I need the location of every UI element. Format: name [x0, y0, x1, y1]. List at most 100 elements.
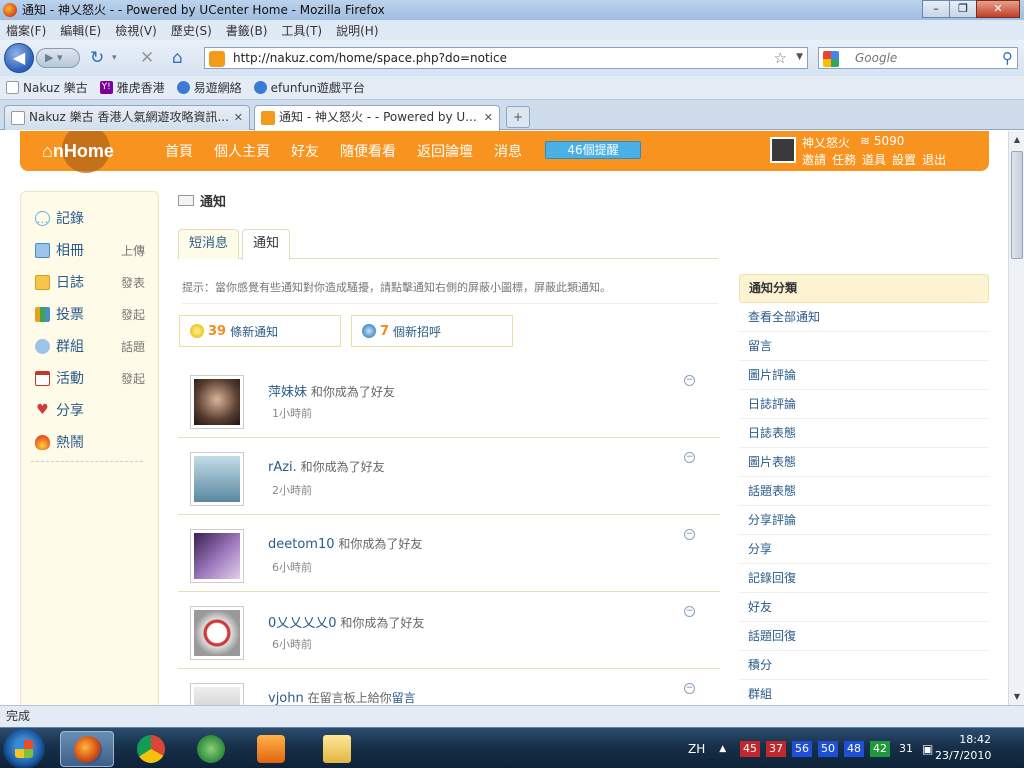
taskbar-explorer[interactable] [310, 731, 364, 767]
avatar[interactable] [190, 452, 244, 506]
category-guestbook[interactable]: 留言 [739, 332, 989, 361]
sidebar-item-records[interactable]: … 記錄 [35, 209, 84, 227]
search-icon[interactable]: ⚲ [1002, 49, 1013, 67]
avatar[interactable] [190, 606, 244, 660]
menu-history[interactable]: 歷史(S) [171, 22, 212, 39]
stop-icon[interactable]: ✕ [140, 48, 154, 68]
category-photo-comment[interactable]: 圖片評論 [739, 361, 989, 390]
sidebar-item-hot[interactable]: 熱鬧 [35, 433, 84, 451]
back-button[interactable]: ◀ [4, 43, 34, 73]
category-friend[interactable]: 好友 [739, 593, 989, 622]
reload-icon[interactable]: ↻ [90, 48, 104, 68]
new-tab-button[interactable]: + [506, 106, 530, 128]
counter-badge[interactable]: 42 [870, 740, 890, 757]
network-icon[interactable]: ▣ [922, 742, 933, 756]
search-input[interactable] [855, 50, 975, 66]
taskbar-chrome[interactable] [124, 731, 178, 767]
block-notice-icon[interactable]: − [684, 606, 695, 617]
counter-badge[interactable]: 50 [818, 740, 838, 757]
category-all[interactable]: 查看全部通知 [739, 303, 989, 332]
avatar[interactable] [190, 683, 244, 705]
counter-badge[interactable]: 37 [766, 740, 786, 757]
scroll-down-icon[interactable]: ▼ [1011, 692, 1023, 701]
new-notice-count[interactable]: 39 條新通知 [179, 315, 341, 347]
sidebar-item-group[interactable]: 群組 話題 [35, 337, 145, 355]
start-event-link[interactable]: 發起 [121, 370, 161, 387]
taskbar-firefox[interactable] [60, 731, 114, 767]
tasks-link[interactable]: 任務 [832, 151, 856, 168]
publish-link[interactable]: 發表 [121, 274, 161, 291]
friend-name-link[interactable]: 0乂乂乂乂0 [268, 616, 337, 631]
site-logo[interactable]: ⌂nHome [42, 141, 114, 162]
sidebar-item-blog[interactable]: 日誌 發表 [35, 273, 145, 291]
forward-button[interactable]: ▶ ▾ [36, 48, 80, 68]
start-button[interactable] [3, 729, 45, 768]
settings-link[interactable]: 設置 [892, 151, 916, 168]
tab-nakuz[interactable]: Nakuz 樂古 香港人氣網遊攻略資訊... ✕ [4, 105, 250, 130]
category-record-reply[interactable]: 記錄回復 [739, 564, 989, 593]
scroll-up-icon[interactable]: ▲ [1011, 135, 1023, 144]
new-greeting-count[interactable]: 7 個新招呼 [351, 315, 513, 347]
menu-bookmarks[interactable]: 書籤(B) [226, 22, 268, 39]
tray-expand-icon[interactable]: ▲ [719, 744, 726, 754]
nav-friends[interactable]: 好友 [291, 141, 319, 161]
topic-link[interactable]: 話題 [121, 338, 161, 355]
maximize-button[interactable]: ❐ [949, 0, 977, 18]
url-text[interactable]: http://nakuz.com/home/space.php?do=notic… [233, 51, 507, 65]
friend-name-link[interactable]: 萍妹妹 [268, 385, 307, 400]
tab-close-icon[interactable]: ✕ [234, 106, 243, 129]
scrollbar-thumb[interactable] [1011, 151, 1023, 259]
category-topic-reply[interactable]: 話題回復 [739, 622, 989, 651]
address-bar[interactable]: http://nakuz.com/home/space.php?do=notic… [204, 47, 808, 69]
vertical-scrollbar[interactable]: ▲ ▼ [1008, 131, 1024, 705]
friend-name-link[interactable]: vjohn [268, 691, 304, 705]
url-dropdown-icon[interactable]: ▼ [796, 52, 803, 62]
upload-link[interactable]: 上傳 [121, 242, 161, 259]
system-clock[interactable]: 18:42 23/7/2010 [935, 732, 991, 764]
sidebar-item-album[interactable]: 相冊 上傳 [35, 241, 145, 259]
items-link[interactable]: 道具 [862, 151, 886, 168]
menu-view[interactable]: 檢視(V) [115, 22, 157, 39]
user-avatar[interactable] [770, 137, 796, 163]
nav-messages[interactable]: 消息 [494, 141, 522, 161]
reload-dropdown-icon[interactable]: ▾ [112, 48, 117, 68]
tab-notice-active[interactable]: 通知 [242, 229, 291, 260]
friend-name-link[interactable]: deetom10 [268, 537, 335, 552]
counter-badge[interactable]: 56 [792, 740, 812, 757]
language-indicator[interactable]: ZH [688, 742, 705, 756]
search-bar[interactable]: ⚲ [818, 47, 1018, 69]
tab-close-icon[interactable]: ✕ [484, 106, 493, 129]
notification-count-badge[interactable]: 46個提醒 [545, 141, 641, 159]
sidebar-item-event[interactable]: 活動 發起 [35, 369, 145, 387]
block-notice-icon[interactable]: − [684, 375, 695, 386]
menu-help[interactable]: 說明(H) [336, 22, 378, 39]
guestbook-link[interactable]: 留言 [392, 691, 416, 705]
bookmark-efunfun[interactable]: efunfun遊戲平台 [253, 79, 365, 96]
nav-home[interactable]: 首頁 [165, 141, 193, 161]
block-notice-icon[interactable]: − [684, 683, 695, 694]
sidebar-item-poll[interactable]: 投票 發起 [35, 305, 145, 323]
username[interactable]: 神乂怒火 [802, 134, 850, 151]
sidebar-item-share[interactable]: ♥ 分享 [35, 401, 84, 419]
home-icon[interactable]: ⌂ [172, 48, 183, 68]
category-share[interactable]: 分享 [739, 535, 989, 564]
menu-file[interactable]: 檔案(F) [6, 22, 46, 39]
avatar[interactable] [190, 375, 244, 429]
logout-link[interactable]: 退出 [922, 151, 946, 168]
taskbar-media-player[interactable] [244, 731, 298, 767]
menu-tools[interactable]: 工具(T) [281, 22, 322, 39]
block-notice-icon[interactable]: − [684, 452, 695, 463]
counter-badge[interactable]: 45 [740, 740, 760, 757]
friend-name-link[interactable]: rAzi. [268, 460, 297, 475]
google-icon[interactable] [823, 51, 839, 67]
invite-link[interactable]: 邀請 [802, 151, 826, 168]
taskbar-messenger[interactable] [184, 731, 238, 767]
close-button[interactable]: ✕ [976, 0, 1020, 18]
start-poll-link[interactable]: 發起 [121, 306, 161, 323]
category-topic-reaction[interactable]: 話題表態 [739, 477, 989, 506]
bookmark-nakuz[interactable]: Nakuz 樂古 [6, 79, 88, 96]
minimize-button[interactable]: – [922, 0, 950, 18]
category-photo-reaction[interactable]: 圖片表態 [739, 448, 989, 477]
counter-badge[interactable]: 48 [844, 740, 864, 757]
block-notice-icon[interactable]: − [684, 529, 695, 540]
